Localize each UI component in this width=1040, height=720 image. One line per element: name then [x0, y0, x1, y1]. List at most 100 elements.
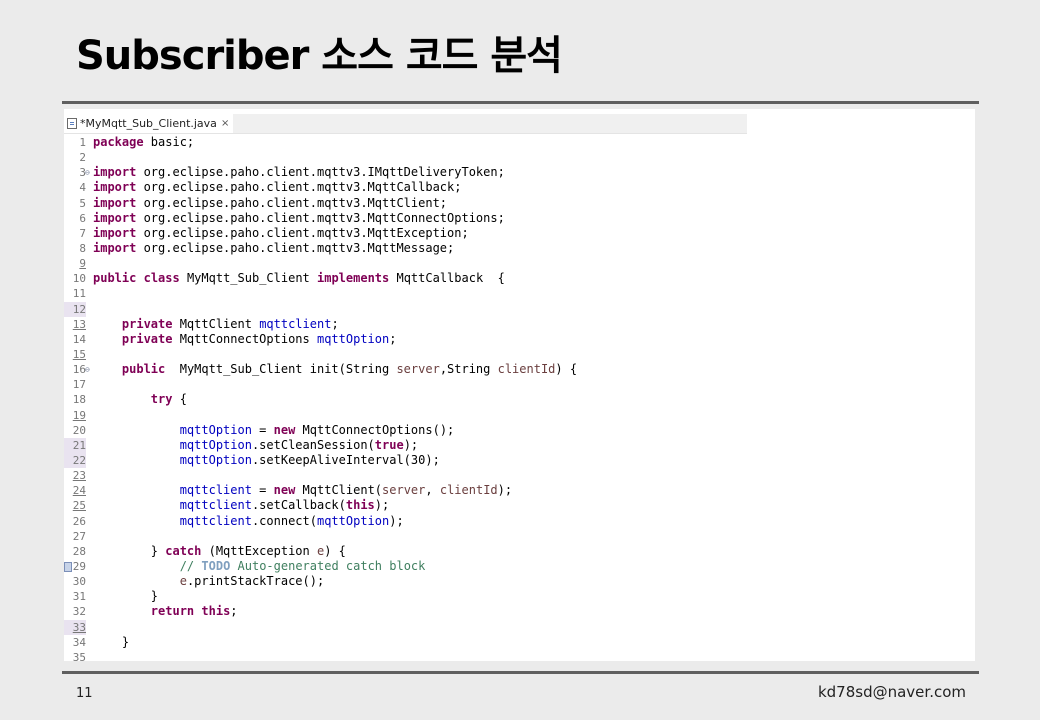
code-token: ;	[389, 331, 397, 346]
code-line[interactable]: 33	[64, 619, 975, 635]
code-line[interactable]: 5 import org.eclipse.paho.client.mqttv3.M…	[64, 196, 975, 211]
code-token: class	[143, 271, 180, 286]
code-line[interactable]: 17	[64, 377, 975, 392]
code-line[interactable]: 13 private MqttClient mqttclient;	[64, 317, 975, 332]
code-line[interactable]: 6 import org.eclipse.paho.client.mqttv3.M…	[64, 211, 975, 226]
code-token: MqttConnectOptions();	[295, 422, 455, 437]
code-token: new	[273, 422, 296, 437]
code-token: =	[251, 422, 274, 437]
code-line[interactable]: 8 import org.eclipse.paho.client.mqttv3.M…	[64, 241, 975, 256]
code-text: private MqttClient mqttclient;	[93, 317, 339, 332]
code-token: org.eclipse.paho.client.mqttv3.MqttCallb…	[136, 180, 462, 195]
page-number: 11	[76, 686, 93, 701]
footer-divider	[62, 671, 979, 674]
code-line[interactable]: 27	[64, 529, 975, 544]
code-token: org.eclipse.paho.client.mqttv3.MqttClien…	[136, 195, 448, 210]
line-number: 33	[64, 619, 86, 635]
code-line[interactable]: 18 try {	[64, 392, 975, 407]
code-line[interactable]: 35	[64, 650, 975, 661]
code-token: public	[121, 362, 166, 377]
code-line[interactable]: 30 e.printStackTrace();	[64, 574, 975, 589]
code-text: return this;	[93, 604, 238, 619]
code-token: mqttOption	[179, 422, 252, 437]
code-text: import org.eclipse.paho.client.mqttv3.Mq…	[93, 241, 454, 256]
code-line[interactable]: 34 }	[64, 635, 975, 650]
line-number: 1	[79, 136, 86, 149]
code-token: catch	[165, 543, 202, 558]
code-line[interactable]: 28 } catch (MqttException e) {	[64, 544, 975, 559]
tab-label: *MyMqtt_Sub_Client.java	[80, 117, 217, 130]
line-number: 22	[64, 452, 86, 469]
code-token: import	[93, 225, 137, 240]
code-line[interactable]: 4 import org.eclipse.paho.client.mqttv3.M…	[64, 180, 975, 195]
code-line[interactable]: 10 public class MyMqtt_Sub_Client impleme…	[64, 271, 975, 286]
code-line[interactable]: 2	[64, 150, 975, 165]
code-line[interactable]: 15	[64, 347, 975, 362]
code-line[interactable]: 3 ⊖ import org.eclipse.paho.client.mqttv3.…	[64, 165, 975, 180]
code-token: mqttclient	[179, 513, 252, 528]
code-line[interactable]: 20 mqttOption = new MqttConnectOptions()…	[64, 423, 975, 438]
code-text: import org.eclipse.paho.client.mqttv3.Mq…	[93, 196, 447, 211]
code-line[interactable]: 14 private MqttConnectOptions mqttOption…	[64, 332, 975, 347]
code-text: mqttOption.setKeepAliveInterval(30);	[93, 453, 440, 468]
code-token: implements	[317, 271, 390, 286]
code-line[interactable]: 32 return this;	[64, 604, 975, 619]
line-number: 15	[72, 347, 86, 361]
line-number: 27	[72, 529, 86, 543]
tab-mymqtt-sub-client[interactable]: *MyMqtt_Sub_Client.java ×	[64, 114, 234, 133]
line-number: 3	[79, 166, 86, 180]
code-token: import	[93, 240, 137, 255]
code-line[interactable]: 9	[64, 256, 975, 271]
code-line[interactable]: 24 mqttclient = new MqttClient(server, c…	[64, 483, 975, 498]
code-line[interactable]: 26 mqttclient.connect(mqttOption);	[64, 514, 975, 529]
code-text: import org.eclipse.paho.client.mqttv3.IM…	[93, 165, 505, 180]
code-token: clientId	[497, 362, 556, 377]
code-line[interactable]: 7 import org.eclipse.paho.client.mqttv3.M…	[64, 226, 975, 241]
code-line[interactable]: 21 mqttOption.setCleanSession(true);	[64, 437, 975, 453]
code-token: (MqttException	[201, 543, 317, 558]
code-line[interactable]: 31 }	[64, 589, 975, 604]
code-text: private MqttConnectOptions mqttOption;	[93, 331, 397, 347]
code-token: org.eclipse.paho.client.mqttv3.MqttConne…	[136, 210, 505, 225]
code-area[interactable]: 1 package basic; 2 3 ⊖ import org.eclipse.pah…	[64, 135, 975, 661]
code-text: import org.eclipse.paho.client.mqttv3.Mq…	[93, 226, 469, 241]
code-token: }	[93, 634, 130, 649]
code-editor[interactable]: *MyMqtt_Sub_Client.java × 1 package basic…	[64, 109, 975, 661]
code-token: e	[179, 574, 187, 589]
code-token: import	[93, 210, 137, 225]
fold-toggle-icon[interactable]: ⊖	[85, 165, 90, 180]
code-token: mqttOption	[179, 437, 252, 452]
line-number: 32	[72, 605, 86, 619]
code-line[interactable]: 29 // TODO Auto-generated catch block	[64, 559, 975, 574]
code-line[interactable]: 22 mqttOption.setKeepAliveInterval(30);	[64, 452, 975, 469]
code-token: try	[150, 392, 173, 407]
task-marker-icon[interactable]	[64, 561, 72, 572]
close-icon[interactable]: ×	[221, 118, 229, 129]
code-line[interactable]: 16 ⊖ public MyMqtt_Sub_Client init(String…	[64, 362, 975, 377]
code-line[interactable]: 1 package basic;	[64, 135, 975, 150]
line-number: 11	[72, 287, 86, 301]
fold-toggle-icon[interactable]: ⊖	[85, 362, 90, 377]
code-token: .setCallback(	[251, 498, 346, 513]
code-line[interactable]: 11	[64, 286, 975, 301]
code-token: MyMqtt_Sub_Client	[179, 271, 317, 286]
editor-tab-bar: *MyMqtt_Sub_Client.java ×	[64, 114, 747, 134]
code-line[interactable]: 19	[64, 408, 975, 423]
code-line[interactable]: 25 mqttclient.setCallback(this);	[64, 498, 975, 513]
code-text: mqttOption.setCleanSession(true);	[93, 438, 418, 453]
code-line[interactable]: 23	[64, 468, 975, 483]
line-number: 19	[72, 408, 86, 422]
java-file-icon	[67, 118, 77, 129]
code-text: mqttclient.connect(mqttOption);	[93, 514, 404, 529]
line-number: 21	[64, 437, 86, 453]
line-number: 30	[72, 575, 86, 589]
code-token: private	[121, 331, 173, 346]
code-line[interactable]: 12	[64, 301, 975, 317]
